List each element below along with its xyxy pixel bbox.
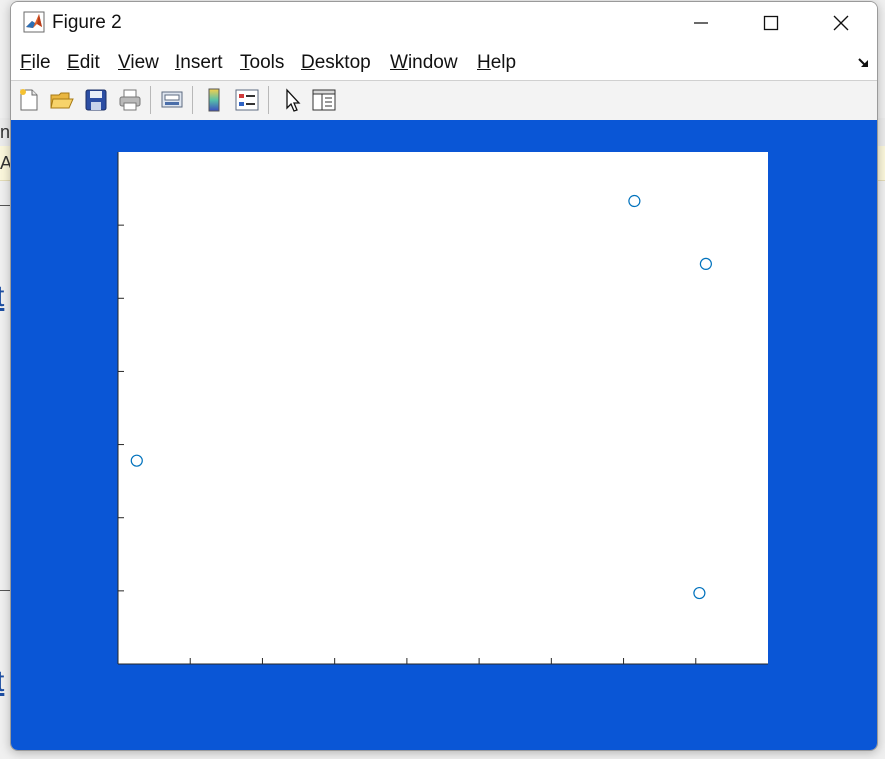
menu-tools[interactable]: Tools <box>240 52 284 74</box>
minimize-icon <box>694 22 708 24</box>
menu-view[interactable]: View <box>118 52 159 74</box>
menu-accelerator: E <box>67 52 80 73</box>
toolbar-separator <box>192 86 193 114</box>
background-link-fragment: t <box>0 280 5 313</box>
insert-legend-button[interactable] <box>232 85 262 115</box>
figure-window: Figure 2 File Edit View Insert Tools Des… <box>10 1 878 751</box>
new-figure-button[interactable] <box>14 85 44 115</box>
new-figure-icon <box>20 89 38 111</box>
menu-help[interactable]: Help <box>477 52 516 74</box>
link-plot-button[interactable] <box>157 85 187 115</box>
print-icon <box>119 89 141 111</box>
open-file-icon <box>50 92 74 109</box>
window-title: Figure 2 <box>52 12 122 33</box>
menu-label: indow <box>407 52 458 73</box>
property-inspector-button[interactable] <box>309 85 339 115</box>
dock-figure-icon[interactable] <box>857 56 871 70</box>
toolbar-separator <box>268 86 269 114</box>
menu-accelerator: T <box>240 52 250 73</box>
insert-colorbar-button[interactable] <box>199 85 229 115</box>
menu-label: dit <box>79 52 100 73</box>
menu-label: ools <box>249 52 285 73</box>
scatter-plot[interactable] <box>11 120 877 750</box>
menu-label: ile <box>31 52 51 73</box>
menu-window[interactable]: Window <box>390 52 458 74</box>
title-bar[interactable]: Figure 2 <box>11 2 877 44</box>
menu-accelerator: V <box>118 52 131 73</box>
close-icon <box>833 15 849 31</box>
menu-file[interactable]: File <box>20 52 51 74</box>
link-plot-icon <box>161 91 183 108</box>
menu-accelerator: D <box>301 52 315 73</box>
menu-label: esktop <box>314 52 371 73</box>
menu-edit[interactable]: Edit <box>67 52 100 74</box>
menu-accelerator: F <box>20 52 32 73</box>
property-inspector-icon <box>312 89 336 111</box>
background-text-fragment: n <box>0 122 11 142</box>
save-button[interactable] <box>81 85 111 115</box>
background-link-fragment: t <box>0 665 5 698</box>
menu-label: nsert <box>180 52 223 73</box>
figure-canvas <box>11 120 877 750</box>
minimize-button[interactable] <box>666 2 736 44</box>
maximize-button[interactable] <box>736 2 806 44</box>
matlab-logo-icon <box>23 11 45 33</box>
open-file-button[interactable] <box>47 85 77 115</box>
menu-insert[interactable]: Insert <box>175 52 223 74</box>
axes-area[interactable] <box>118 152 768 664</box>
menu-label: elp <box>490 52 517 73</box>
figure-toolbar <box>11 80 877 121</box>
insert-legend-icon <box>235 89 259 111</box>
insert-colorbar-icon <box>208 88 220 112</box>
edit-plot-arrow-icon <box>286 88 301 112</box>
menu-desktop[interactable]: Desktop <box>301 52 371 74</box>
menu-accelerator: W <box>390 52 408 73</box>
print-button[interactable] <box>115 85 145 115</box>
edit-plot-button[interactable] <box>277 85 307 115</box>
close-button[interactable] <box>806 2 876 44</box>
menu-label: iew <box>130 52 159 73</box>
toolbar-separator <box>150 86 151 114</box>
save-icon <box>85 89 107 111</box>
menu-bar: File Edit View Insert Tools Desktop Wind… <box>11 44 877 80</box>
menu-accelerator: H <box>477 52 491 73</box>
maximize-icon <box>763 15 779 31</box>
